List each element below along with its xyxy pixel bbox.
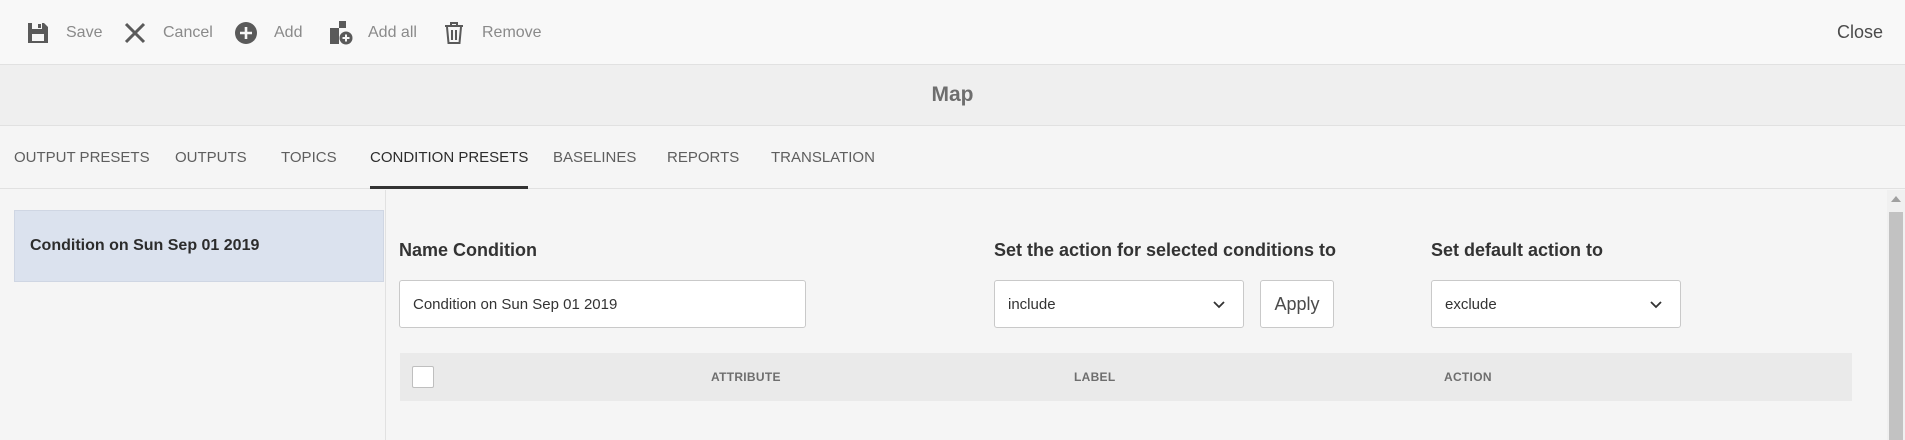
trash-icon — [440, 19, 468, 47]
name-condition-value: Condition on Sun Sep 01 2019 — [413, 295, 618, 313]
scroll-up-arrow-icon[interactable] — [1891, 196, 1901, 202]
apply-button[interactable]: Apply — [1260, 280, 1334, 328]
remove-button[interactable]: Remove — [440, 0, 542, 65]
add-all-icon — [326, 19, 354, 47]
add-button[interactable]: Add — [232, 0, 302, 65]
name-condition-label: Name Condition — [399, 240, 537, 260]
tab-topics[interactable]: TOPICS — [281, 126, 337, 189]
cancel-label: Cancel — [163, 23, 213, 41]
tab-output-presets[interactable]: OUTPUT PRESETS — [14, 126, 150, 189]
tab-baselines[interactable]: BASELINES — [553, 126, 636, 189]
scrollbar[interactable] — [1887, 190, 1905, 440]
toolbar: Save Cancel Add Add all Remove Close — [0, 0, 1905, 65]
default-action-select[interactable]: exclude — [1431, 280, 1681, 328]
scrollbar-thumb[interactable] — [1889, 212, 1903, 440]
tab-bar: OUTPUT PRESETS OUTPUTS TOPICS CONDITION … — [0, 126, 1905, 189]
default-action-value: exclude — [1445, 295, 1497, 313]
remove-label: Remove — [482, 23, 542, 41]
tab-outputs[interactable]: OUTPUTS — [175, 126, 247, 189]
name-condition-field[interactable]: Condition on Sun Sep 01 2019 — [399, 280, 806, 328]
plus-circle-icon — [232, 19, 260, 47]
floppy-disk-icon — [24, 19, 52, 47]
save-button[interactable]: Save — [24, 0, 102, 65]
chevron-down-icon — [1211, 296, 1227, 312]
add-all-button[interactable]: Add all — [326, 0, 417, 65]
column-header-action[interactable]: ACTION — [1444, 353, 1492, 401]
chevron-down-icon — [1648, 296, 1664, 312]
tab-condition-presets[interactable]: CONDITION PRESETS — [370, 126, 529, 189]
page-title: Map — [931, 83, 974, 106]
tab-translation[interactable]: TRANSLATION — [771, 126, 875, 189]
cancel-button[interactable]: Cancel — [121, 0, 213, 65]
select-all-checkbox[interactable] — [412, 366, 434, 388]
title-bar: Map — [0, 65, 1905, 126]
add-all-label: Add all — [368, 23, 417, 41]
column-header-label[interactable]: LABEL — [1074, 353, 1116, 401]
action-select[interactable]: include — [994, 280, 1244, 328]
condition-form: Name Condition Condition on Sun Sep 01 2… — [387, 190, 1887, 440]
close-button[interactable]: Close — [1837, 0, 1883, 65]
action-label: Set the action for selected conditions t… — [994, 240, 1337, 260]
save-label: Save — [66, 23, 103, 41]
preset-list: Condition on Sun Sep 01 2019 — [0, 190, 386, 440]
action-select-value: include — [1008, 295, 1056, 313]
column-header-attribute[interactable]: ATTRIBUTE — [711, 353, 781, 401]
close-icon — [121, 19, 149, 47]
default-action-label: Set default action to — [1431, 240, 1604, 260]
preset-list-item[interactable]: Condition on Sun Sep 01 2019 — [14, 210, 384, 282]
tab-reports[interactable]: REPORTS — [667, 126, 739, 189]
table-header: ATTRIBUTE LABEL ACTION — [400, 353, 1852, 401]
add-label: Add — [274, 23, 303, 41]
